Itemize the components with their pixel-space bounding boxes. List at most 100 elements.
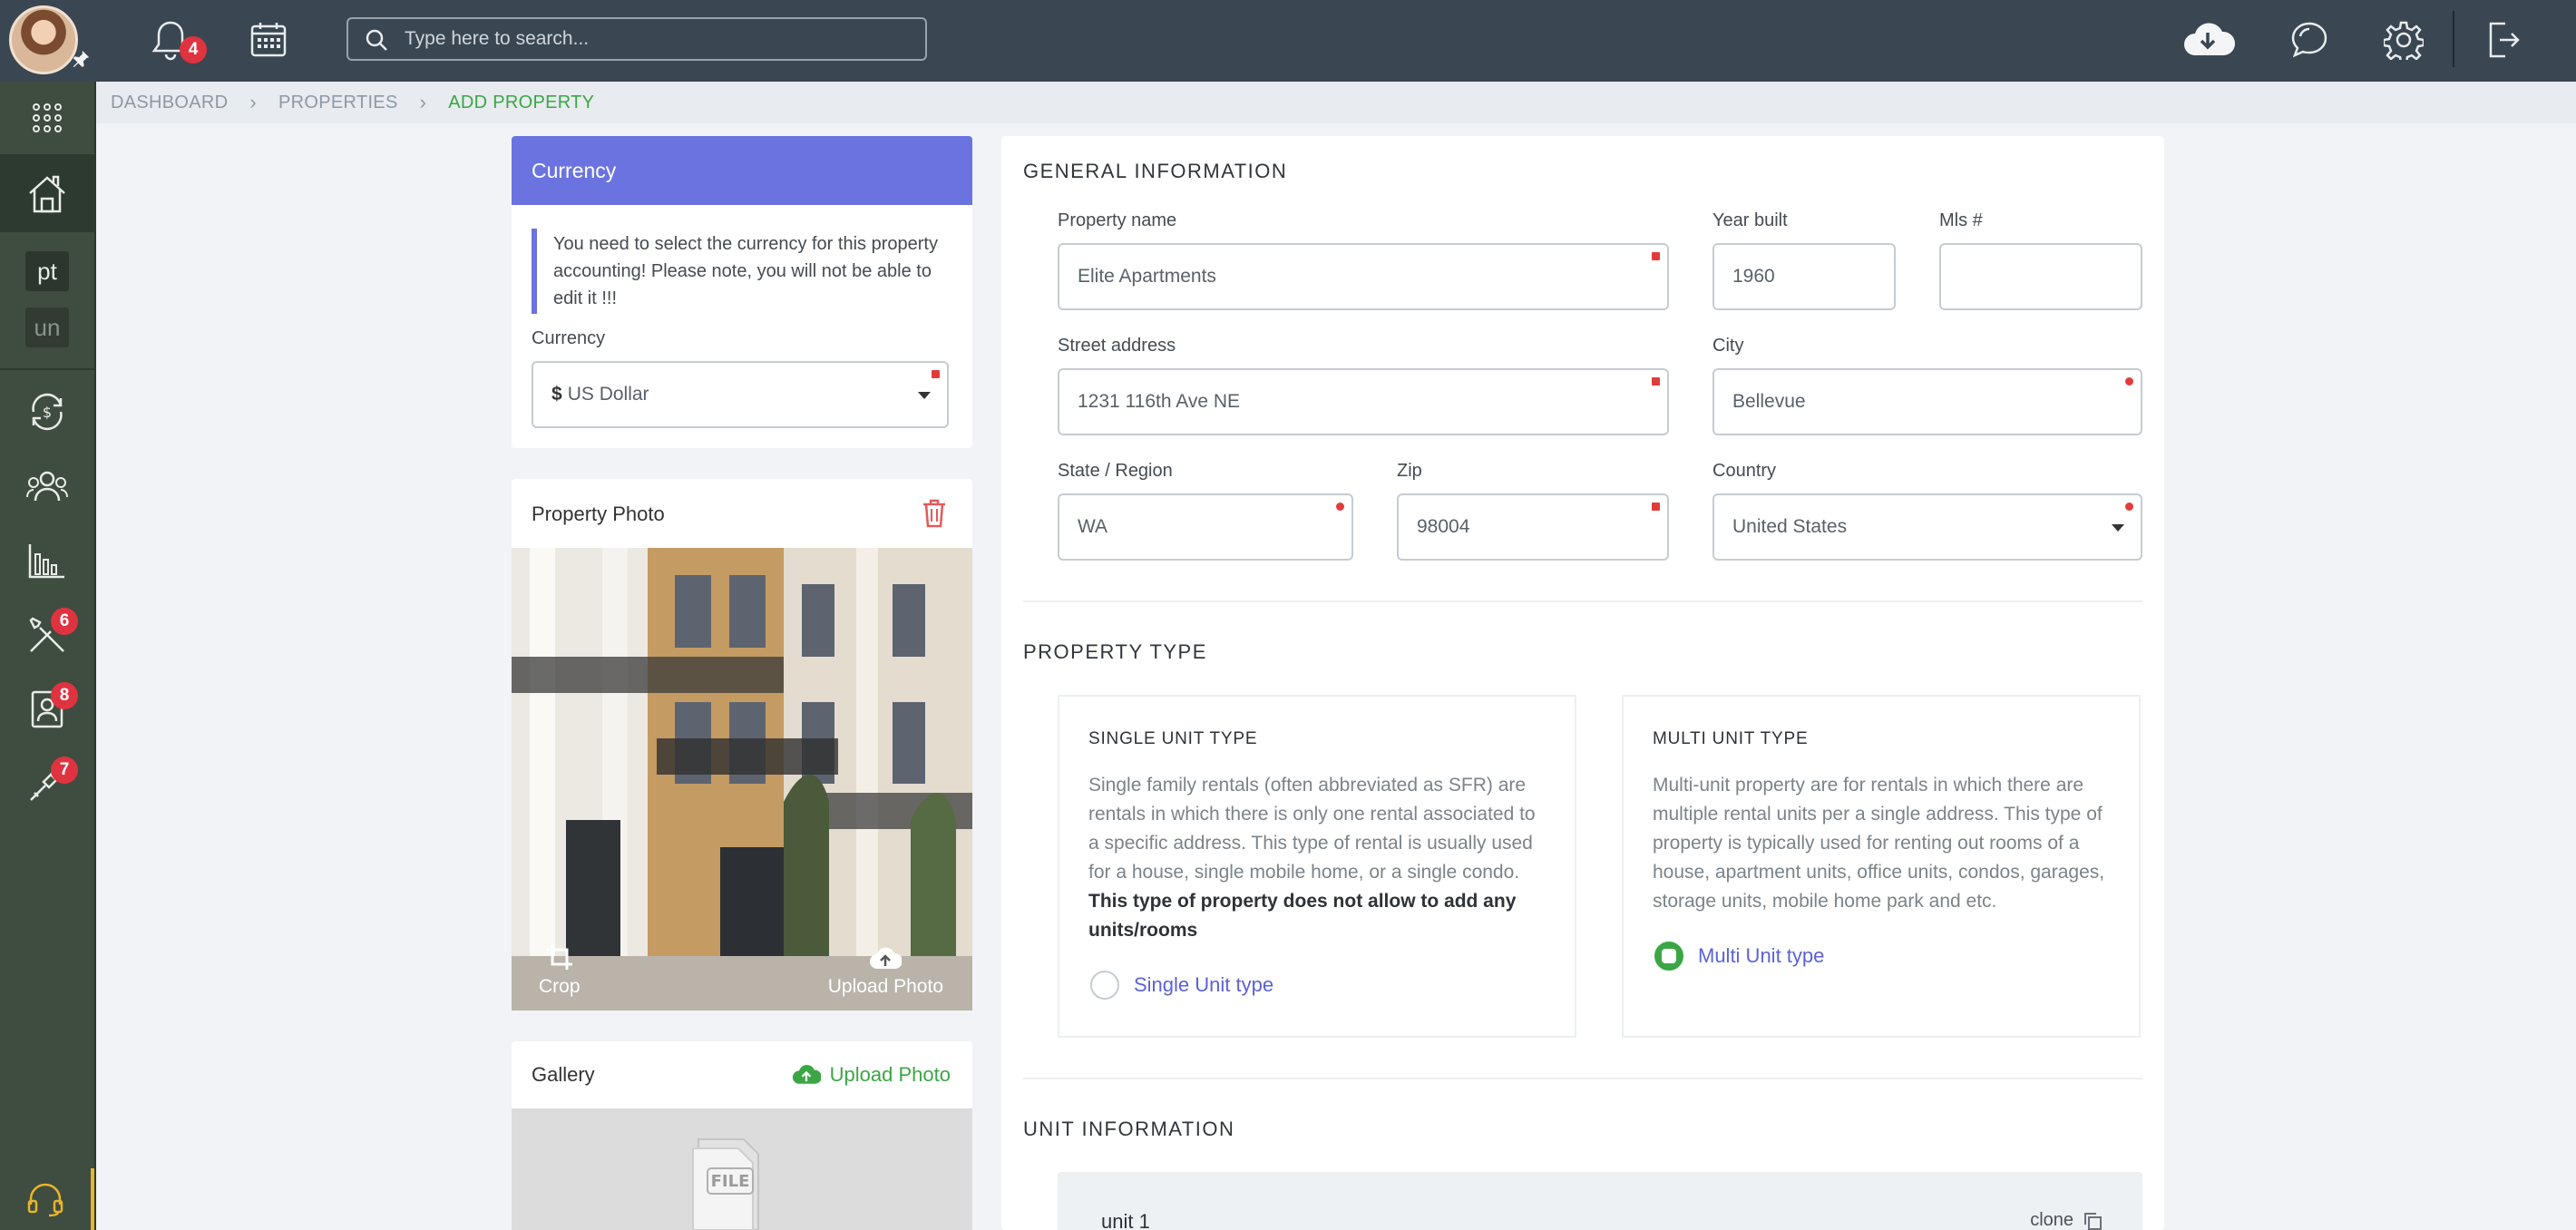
sidebar-item-maintenance[interactable]: 6: [0, 599, 94, 671]
single-unit-type-title: SINGLE UNIT TYPE: [1088, 729, 1258, 748]
gallery-dropzone[interactable]: FILE: [512, 1108, 972, 1230]
year-built-value: 1960: [1732, 266, 1775, 287]
city-input[interactable]: Bellevue: [1712, 368, 2142, 435]
required-indicator: [2125, 377, 2133, 386]
state-label: State / Region: [1058, 461, 1173, 481]
notifications-button[interactable]: 4: [147, 16, 207, 63]
search-box[interactable]: [346, 17, 927, 61]
multi-unit-radio-option[interactable]: Multi Unit type: [1654, 942, 1824, 971]
un-tag: un: [25, 308, 69, 347]
property-photo-title: Property Photo: [532, 503, 665, 525]
calendar-button[interactable]: [245, 16, 292, 63]
support-button[interactable]: [0, 1168, 94, 1230]
state-input[interactable]: WA: [1058, 493, 1353, 561]
chevron-down-icon: [918, 392, 931, 399]
sidebar-item-pt[interactable]: pt: [0, 241, 94, 301]
breadcrumb: DASHBOARD › PROPERTIES › ADD PROPERTY: [96, 82, 2576, 123]
breadcrumb-properties[interactable]: PROPERTIES: [278, 93, 398, 113]
zip-input[interactable]: 98004: [1397, 493, 1669, 561]
required-indicator: [1652, 503, 1660, 511]
country-label: Country: [1712, 461, 1777, 481]
sidebar-item-people[interactable]: [0, 450, 94, 522]
house-icon: [29, 175, 65, 213]
sidebar-item-contacts[interactable]: 8: [0, 673, 94, 746]
required-indicator: [2125, 503, 2133, 511]
required-indicator: [1336, 503, 1344, 511]
zip-value: 98004: [1417, 516, 1470, 537]
search-input[interactable]: [405, 26, 912, 52]
currency-card-header: Currency: [512, 136, 972, 205]
street-address-input[interactable]: 1231 116th Ave NE: [1058, 368, 1669, 435]
top-bar: 4: [0, 0, 2576, 82]
year-built-label: Year built: [1712, 210, 1788, 230]
gallery-upload-button[interactable]: Upload Photo: [792, 1063, 951, 1087]
sidebar-item-un[interactable]: un: [0, 298, 94, 357]
sidebar-divider: [0, 368, 94, 370]
user-avatar[interactable]: [9, 5, 78, 74]
sidebar-item-accounting[interactable]: $: [0, 376, 94, 448]
upload-photo-button[interactable]: Upload Photo: [828, 947, 943, 998]
sidebar-item-apps[interactable]: [0, 82, 94, 154]
trash-icon[interactable]: [922, 499, 947, 528]
gallery-upload-label: Upload Photo: [829, 1063, 951, 1086]
notifications-badge: 4: [180, 36, 207, 63]
property-photo: Crop Upload Photo: [512, 548, 972, 1010]
single-unit-radio[interactable]: [1090, 971, 1119, 1000]
clone-unit-button[interactable]: clone: [2030, 1210, 2103, 1230]
zip-label: Zip: [1397, 461, 1422, 481]
calendar-icon: [250, 23, 287, 57]
sidebar-item-tools[interactable]: 7: [0, 747, 94, 820]
single-unit-radio-option[interactable]: Single Unit type: [1090, 971, 1273, 1000]
currency-value: US Dollar: [567, 384, 649, 405]
contacts-badge: 8: [51, 682, 78, 709]
sidebar-item-properties[interactable]: [0, 156, 94, 232]
property-name-input[interactable]: Elite Apartments: [1058, 243, 1669, 310]
pt-tag: pt: [25, 251, 69, 291]
unit-panel-header: unit 1 clone: [1058, 1172, 2142, 1230]
property-form: GENERAL INFORMATION Property name Elite …: [1001, 136, 2164, 1230]
logout-button[interactable]: [2480, 16, 2527, 63]
pin-icon[interactable]: [71, 49, 91, 69]
city-label: City: [1712, 336, 1744, 356]
upload-photo-label: Upload Photo: [827, 976, 943, 997]
settings-button[interactable]: [2380, 16, 2427, 63]
search-icon: [366, 29, 387, 51]
required-indicator: [1652, 377, 1660, 386]
country-select[interactable]: United States: [1712, 493, 2142, 561]
file-icon-text: FILE: [711, 1172, 750, 1191]
cloud-upload-icon: [870, 947, 903, 969]
multi-unit-radio[interactable]: [1654, 942, 1683, 971]
logout-icon: [2489, 22, 2520, 58]
sidebar-item-reports[interactable]: [0, 524, 94, 597]
mls-input[interactable]: [1939, 243, 2142, 310]
breadcrumb-dashboard[interactable]: DASHBOARD: [111, 93, 228, 113]
single-unit-desc-bold: This type of property does not allow to …: [1088, 891, 1517, 941]
bar-chart-icon: [28, 544, 64, 579]
currency-card: You need to select the currency for this…: [512, 205, 972, 448]
multi-unit-type-card[interactable]: MULTI UNIT TYPE Multi-unit property are …: [1622, 695, 2141, 1038]
topbar-divider: [2453, 11, 2454, 67]
chat-button[interactable]: [2286, 16, 2333, 63]
building-photo: [512, 548, 972, 1010]
crop-button[interactable]: Crop: [539, 943, 581, 998]
crop-icon: [546, 944, 572, 970]
clone-label: clone: [2030, 1210, 2073, 1230]
property-name-value: Elite Apartments: [1078, 266, 1216, 287]
currency-select[interactable]: $ US Dollar: [532, 361, 949, 428]
crop-label: Crop: [539, 976, 581, 997]
cloud-upload-icon: [792, 1064, 821, 1084]
year-built-input[interactable]: 1960: [1712, 243, 1896, 310]
unit-name: unit 1: [1101, 1210, 1150, 1230]
download-button[interactable]: [2181, 16, 2235, 63]
multi-unit-type-description: Multi-unit property are for rentals in w…: [1653, 775, 2105, 912]
sidebar: pt un $ 6 8 7: [0, 82, 96, 1230]
country-value: United States: [1732, 516, 1848, 537]
people-icon: [26, 471, 68, 502]
breadcrumb-separator: ›: [419, 91, 427, 113]
city-value: Bellevue: [1732, 391, 1806, 412]
copy-icon: [2084, 1212, 2102, 1230]
headset-icon: [27, 1183, 63, 1217]
tools-badge: 7: [51, 757, 78, 784]
chat-bubble-icon: [2291, 22, 2327, 58]
single-unit-type-card[interactable]: SINGLE UNIT TYPE Single family rentals (…: [1058, 695, 1576, 1038]
